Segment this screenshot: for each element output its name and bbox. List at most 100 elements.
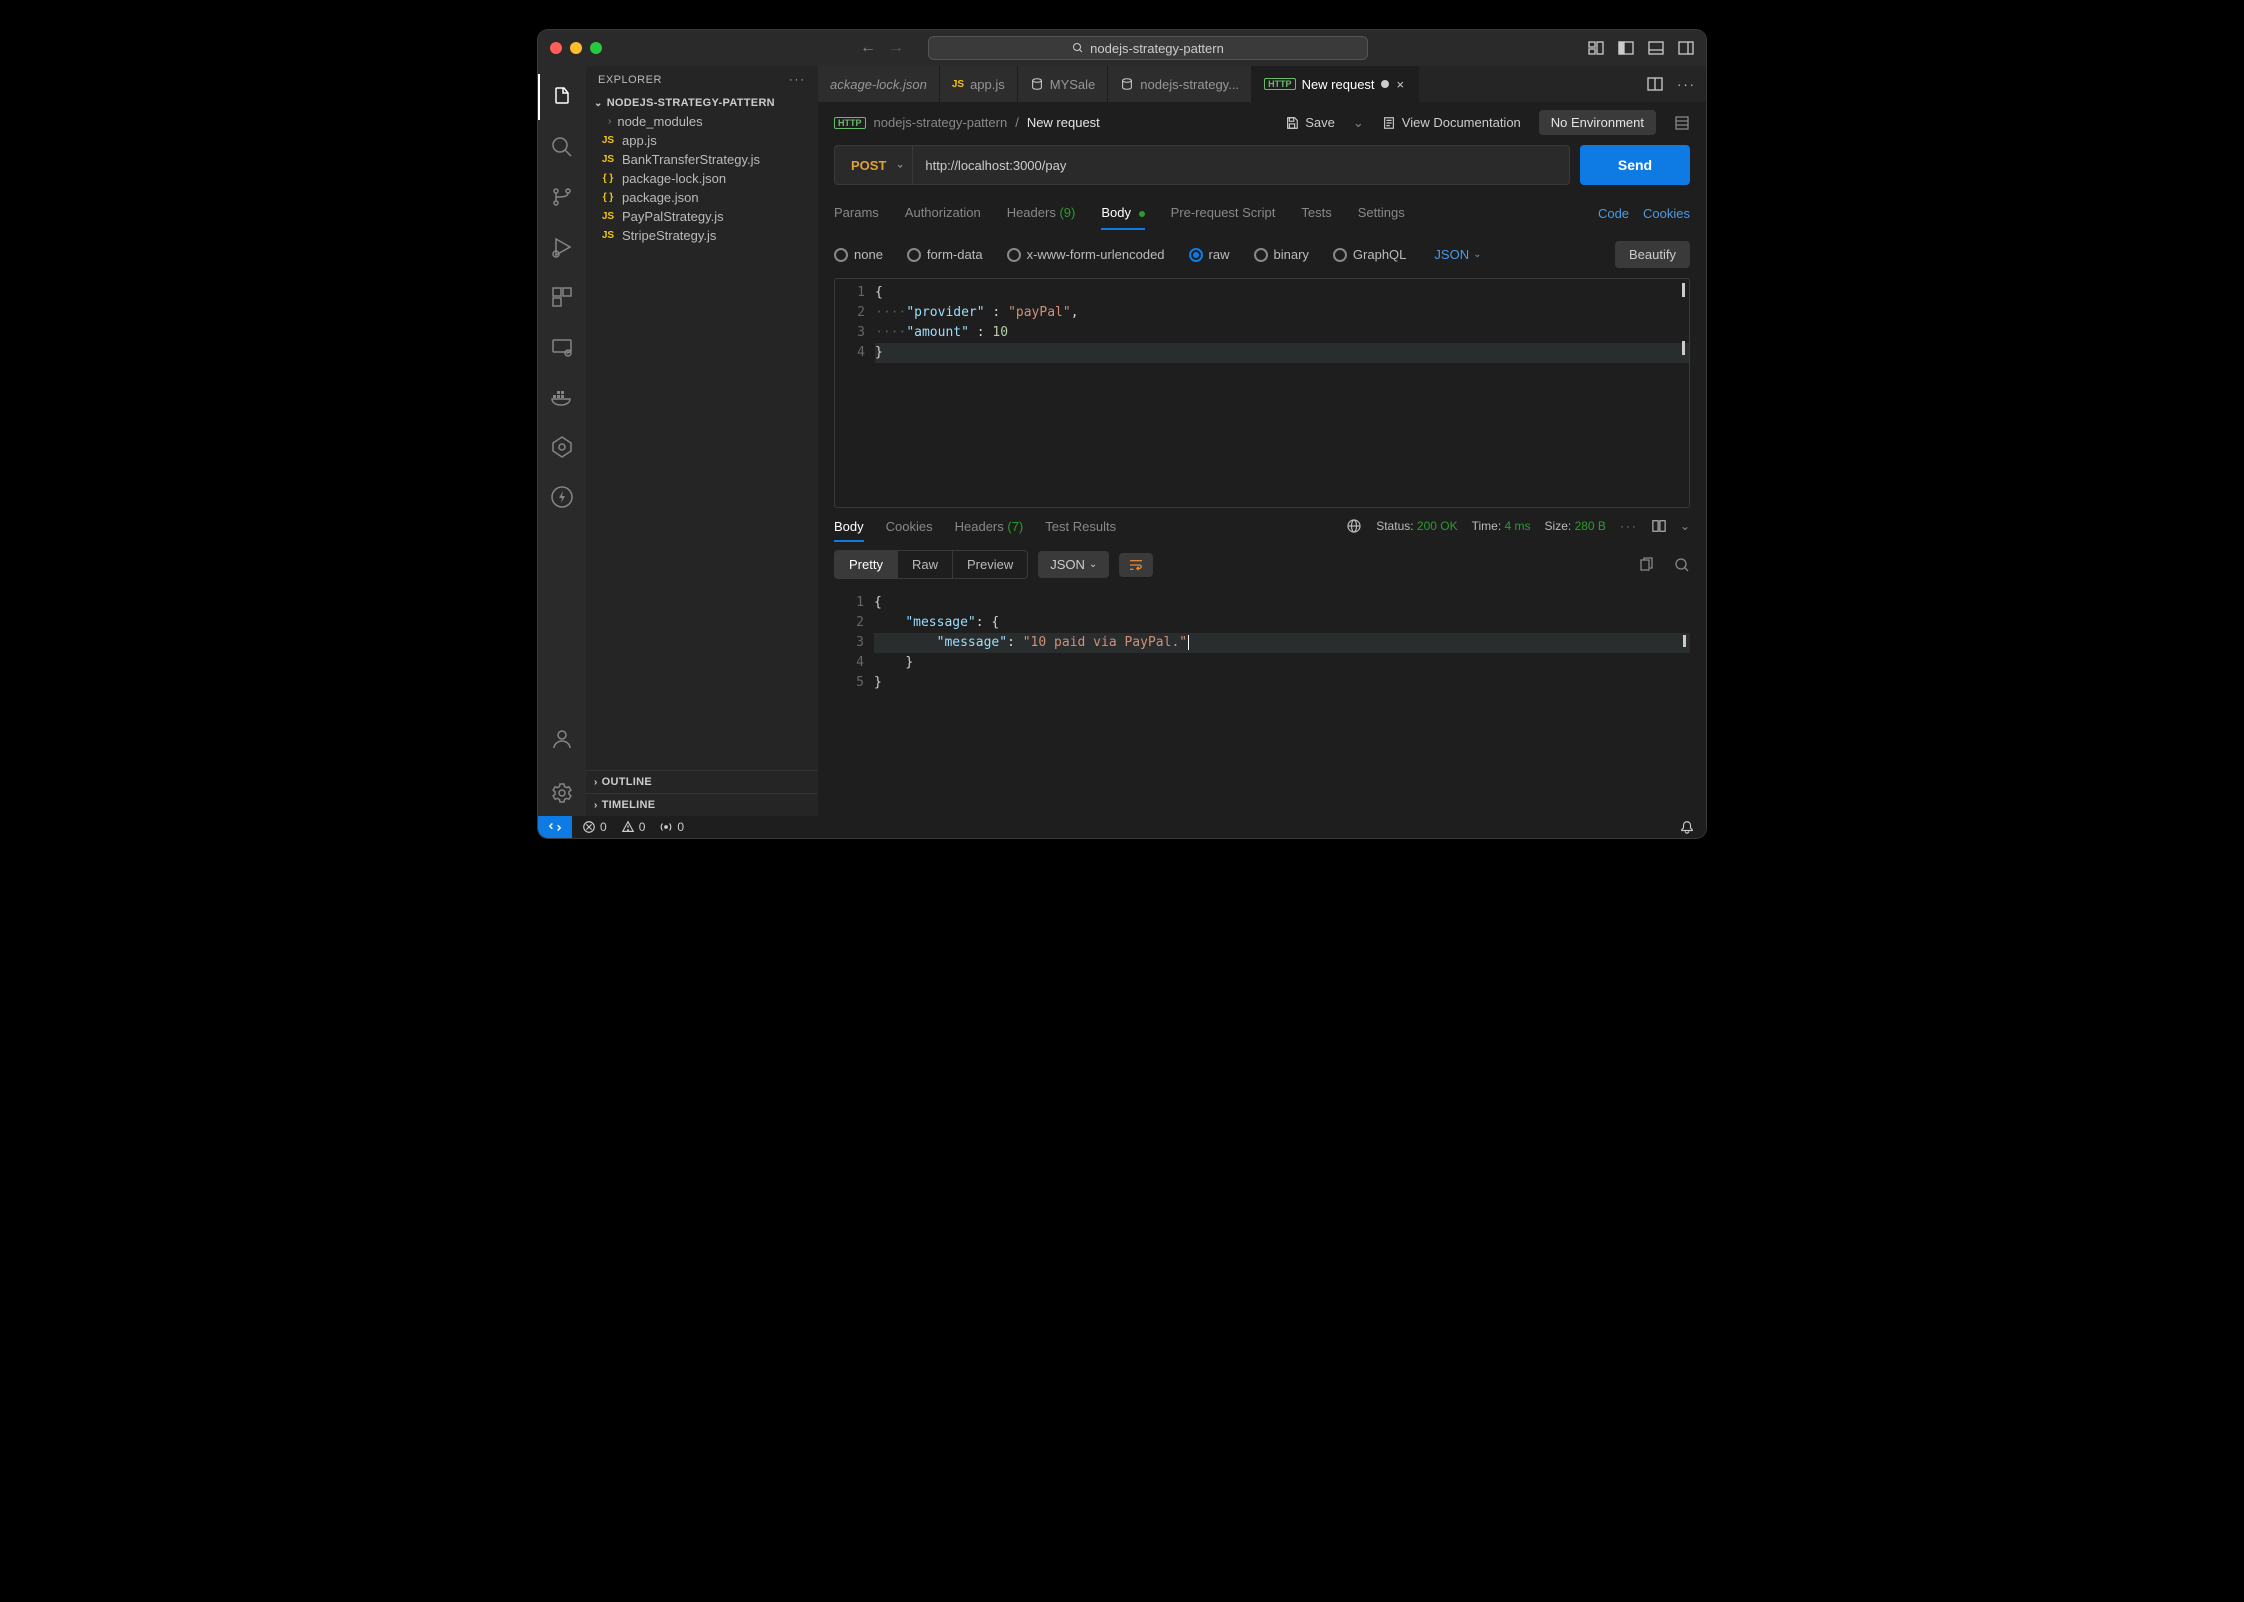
tree-folder[interactable]: › node_modules	[594, 112, 818, 131]
tab-body-lbl: Body	[1101, 205, 1131, 220]
cookies-link[interactable]: Cookies	[1643, 206, 1690, 221]
url-input[interactable]: http://localhost:3000/pay	[913, 158, 1569, 173]
minimize-window[interactable]	[570, 42, 582, 54]
toggle-secondary-sidebar-icon[interactable]	[1678, 40, 1694, 56]
word-wrap-toggle[interactable]	[1119, 553, 1153, 577]
breadcrumb-collection[interactable]: nodejs-strategy-pattern	[874, 115, 1008, 130]
code-body[interactable]: {····"provider" : "payPal",····"amount" …	[875, 279, 1689, 507]
format-selector[interactable]: JSON ⌄	[1434, 247, 1481, 262]
response-body-viewer[interactable]: 12345 { "message": { "message": "10 paid…	[834, 589, 1690, 699]
close-tab[interactable]: ×	[1395, 77, 1407, 92]
view-segment: Pretty Raw Preview	[834, 550, 1028, 579]
db-icon	[1030, 77, 1044, 91]
command-center[interactable]: nodejs-strategy-pattern	[928, 36, 1368, 60]
copy-response-icon[interactable]	[1638, 557, 1654, 573]
nav-back[interactable]: ←	[860, 39, 876, 57]
layout-customize-icon[interactable]	[1588, 40, 1604, 56]
activity-kubernetes[interactable]	[538, 424, 586, 470]
radio-graphql[interactable]: GraphQL	[1333, 247, 1406, 262]
radio-raw[interactable]: raw	[1189, 247, 1230, 262]
remote-indicator[interactable]	[538, 816, 572, 838]
wrap-icon	[1129, 559, 1143, 571]
nav-forward[interactable]: →	[888, 39, 904, 57]
tree-file[interactable]: JS app.js	[594, 131, 818, 150]
explorer-root[interactable]: ⌄ NODEJS-STRATEGY-PATTERN	[586, 94, 818, 112]
activity-scm[interactable]	[538, 174, 586, 220]
activity-explorer[interactable]	[538, 74, 586, 120]
resp-tab-body[interactable]: Body	[834, 519, 864, 534]
code-link[interactable]: Code	[1598, 206, 1629, 221]
tab-package-lock[interactable]: ackage-lock.json	[818, 66, 940, 102]
beautify-button[interactable]: Beautify	[1615, 241, 1690, 268]
activity-search[interactable]	[538, 124, 586, 170]
tree-file[interactable]: JS BankTransferStrategy.js	[594, 150, 818, 169]
tree-file[interactable]: { } package-lock.json	[594, 169, 818, 188]
activity-docker[interactable]	[538, 374, 586, 420]
timeline-section[interactable]: › TIMELINE	[586, 793, 818, 816]
resp-tab-cookies[interactable]: Cookies	[886, 519, 933, 534]
resp-tab-tests[interactable]: Test Results	[1045, 519, 1116, 534]
view-pretty[interactable]: Pretty	[835, 551, 898, 578]
save-button[interactable]: Save	[1285, 115, 1335, 130]
tab-tests[interactable]: Tests	[1301, 197, 1331, 230]
tab-auth[interactable]: Authorization	[905, 197, 981, 230]
file-label: package-lock.json	[622, 171, 726, 186]
send-button[interactable]: Send	[1580, 145, 1690, 185]
view-docs-button[interactable]: View Documentation	[1382, 115, 1521, 130]
activity-extensions[interactable]	[538, 274, 586, 320]
chevron-right-icon: ›	[594, 777, 598, 788]
tree-file[interactable]: { } package.json	[594, 188, 818, 207]
search-response-icon[interactable]	[1674, 557, 1690, 573]
radio-binary[interactable]: binary	[1254, 247, 1309, 262]
close-window[interactable]	[550, 42, 562, 54]
toggle-sidebar-icon[interactable]	[1618, 40, 1634, 56]
errors-count[interactable]: 0	[582, 820, 607, 834]
tree-file[interactable]: JS StripeStrategy.js	[594, 226, 818, 245]
code-body[interactable]: { "message": { "message": "10 paid via P…	[874, 589, 1690, 699]
explorer-more-icon[interactable]: ···	[789, 74, 806, 86]
headers-count: (9)	[1059, 205, 1075, 220]
outline-section[interactable]: › OUTLINE	[586, 770, 818, 793]
view-preview[interactable]: Preview	[953, 551, 1027, 578]
toggle-panel-icon[interactable]	[1648, 40, 1664, 56]
radio-form-data[interactable]: form-data	[907, 247, 983, 262]
resp-tab-headers[interactable]: Headers (7)	[955, 519, 1024, 534]
environment-selector[interactable]: No Environment	[1539, 110, 1656, 135]
method-selector[interactable]: POST ⌄	[835, 158, 912, 173]
port-status[interactable]: 0	[659, 820, 684, 834]
save-dropdown[interactable]: ⌄	[1353, 115, 1364, 131]
activity-debug[interactable]	[538, 224, 586, 270]
radio-none[interactable]: none	[834, 247, 883, 262]
tab-nodejs-strategy[interactable]: nodejs-strategy...	[1108, 66, 1252, 102]
maximize-window[interactable]	[590, 42, 602, 54]
env-settings-icon[interactable]	[1674, 115, 1690, 131]
minimap[interactable]	[1675, 283, 1685, 503]
more-actions-icon[interactable]: ···	[1677, 77, 1696, 92]
tab-new-request[interactable]: HTTP New request ×	[1252, 66, 1419, 102]
activity-thunder[interactable]	[538, 474, 586, 520]
tab-headers[interactable]: Headers (9)	[1007, 197, 1076, 230]
tab-body[interactable]: Body	[1101, 197, 1144, 230]
resp-more-icon[interactable]: ···	[1620, 519, 1638, 533]
response-format[interactable]: JSON ⌄	[1038, 551, 1109, 578]
view-raw[interactable]: Raw	[898, 551, 953, 578]
split-editor-icon[interactable]	[1647, 76, 1663, 92]
activity-remote[interactable]	[538, 324, 586, 370]
radio-xwww[interactable]: x-www-form-urlencoded	[1007, 247, 1165, 262]
globe-icon[interactable]	[1346, 518, 1362, 534]
notifications-icon[interactable]	[1680, 820, 1694, 834]
collapse-response-icon[interactable]: ⌄	[1680, 519, 1690, 533]
tab-settings[interactable]: Settings	[1358, 197, 1405, 230]
tab-params[interactable]: Params	[834, 197, 879, 230]
activity-account[interactable]	[538, 716, 586, 762]
activity-settings[interactable]	[538, 770, 586, 816]
tab-app-js[interactable]: JS app.js	[940, 66, 1018, 102]
tab-mysale[interactable]: MYSale	[1018, 66, 1109, 102]
radio-label: none	[854, 247, 883, 262]
tree-file[interactable]: JS PayPalStrategy.js	[594, 207, 818, 226]
warnings-count[interactable]: 0	[621, 820, 646, 834]
request-body-editor[interactable]: 1234 {····"provider" : "payPal",····"amo…	[834, 278, 1690, 508]
tab-prerequest[interactable]: Pre-request Script	[1171, 197, 1276, 230]
minimap[interactable]	[1676, 593, 1686, 695]
resp-layout-icon[interactable]	[1652, 519, 1666, 533]
